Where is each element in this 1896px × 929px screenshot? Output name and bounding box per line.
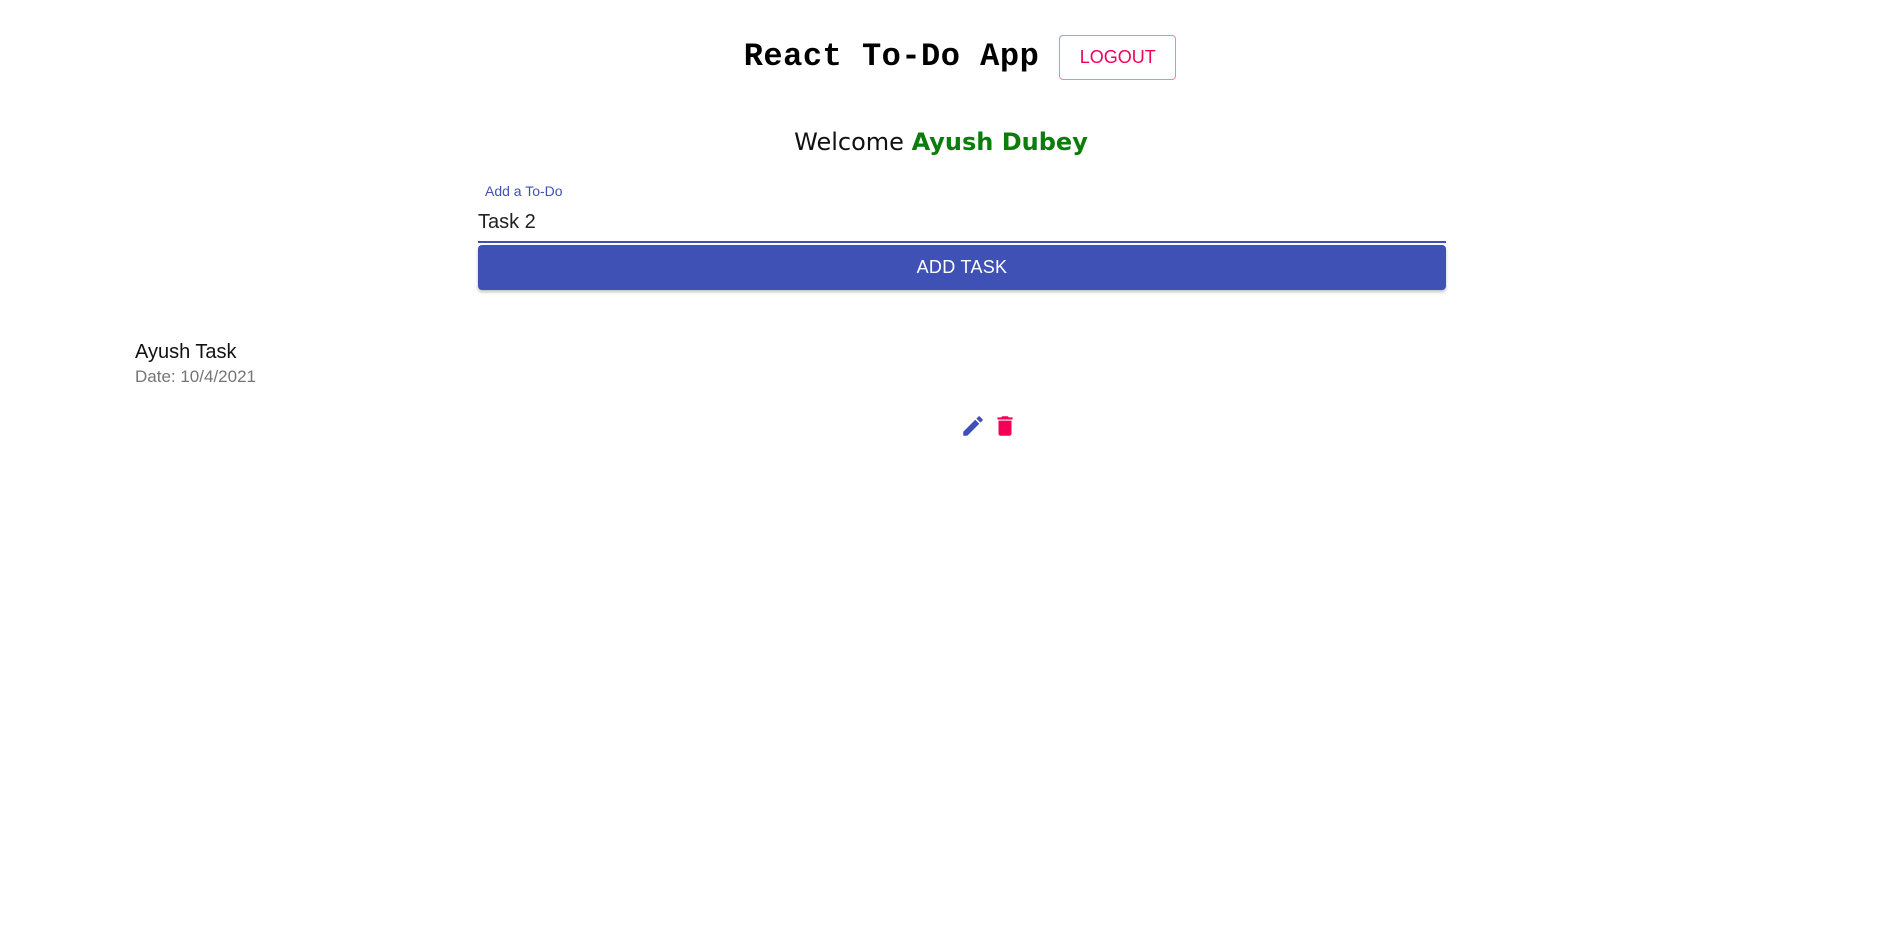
header: React To-Do App LOGOUT	[0, 34, 1896, 80]
task-date: Date: 10/4/2021	[135, 367, 256, 386]
add-task-button[interactable]: ADD TASK	[478, 245, 1446, 290]
task-actions	[959, 412, 1019, 440]
trash-icon[interactable]	[991, 412, 1019, 440]
task-list: Ayush Task Date: 10/4/2021	[135, 340, 1735, 450]
page: React To-Do App LOGOUT Welcome Ayush Dub…	[0, 0, 1896, 929]
welcome-message: Welcome Ayush Dubey	[0, 128, 1896, 156]
app-title: React To-Do App	[743, 38, 1040, 75]
pencil-icon[interactable]	[959, 412, 987, 440]
task-item: Ayush Task Date: 10/4/2021	[135, 340, 1735, 450]
add-todo-input[interactable]	[478, 201, 1446, 243]
task-title: Ayush Task	[135, 341, 237, 363]
add-todo-label: Add a To-Do	[485, 183, 563, 199]
welcome-prefix: Welcome	[794, 128, 904, 156]
add-todo-form: Add a To-Do ADD TASK	[478, 183, 1446, 290]
logout-button[interactable]: LOGOUT	[1059, 35, 1177, 80]
user-name: Ayush Dubey	[911, 128, 1088, 156]
